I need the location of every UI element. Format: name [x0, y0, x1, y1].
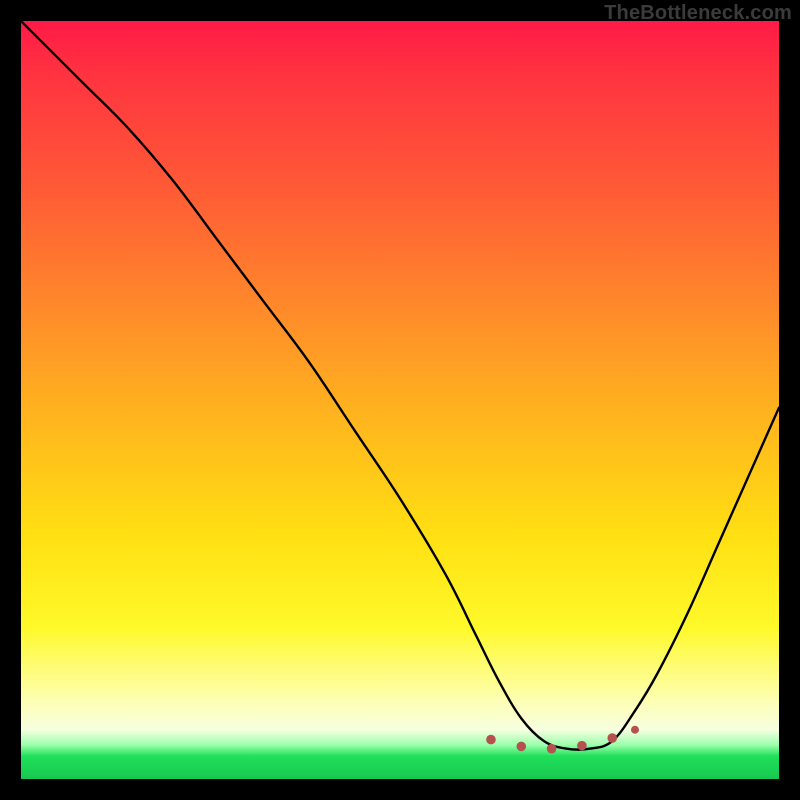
marker-dot: [577, 741, 587, 751]
chart-overlay: [21, 21, 779, 779]
marker-dot: [516, 742, 526, 752]
watermark-text: TheBottleneck.com: [604, 2, 792, 25]
marker-dot: [486, 735, 496, 745]
plot-area: [21, 21, 779, 779]
marker-dot: [631, 726, 639, 734]
chart-frame: TheBottleneck.com: [0, 0, 800, 800]
bottleneck-curve: [21, 21, 779, 750]
marker-dot: [547, 744, 557, 754]
marker-dot: [607, 733, 617, 743]
marker-group: [486, 726, 639, 754]
